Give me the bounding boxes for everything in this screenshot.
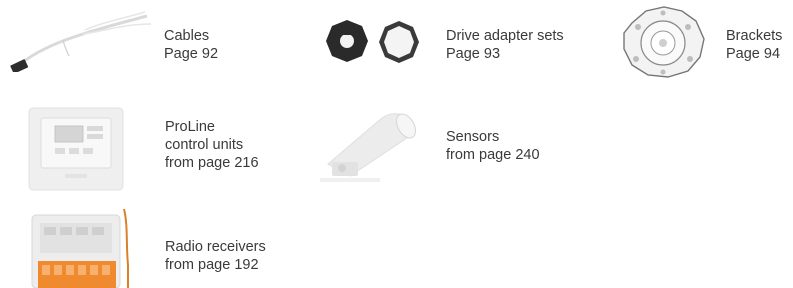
cables-title: Cables (164, 28, 210, 44)
brackets-label: Brackets Page 94 (726, 27, 782, 63)
drive-adapter-sets-title: Drive adapter sets (446, 28, 564, 44)
proline-title: ProLine (165, 119, 215, 135)
radio-receivers-title: Radio receivers (165, 239, 266, 255)
brackets-page: Page 94 (726, 46, 781, 62)
sensors-page: from page 240 (446, 147, 540, 163)
bracket-icon (623, 6, 705, 78)
sensor-icon (320, 113, 416, 182)
proline-control-units-label: ProLine control units from page 216 (165, 118, 259, 172)
sensors-label: Sensors from page 240 (446, 128, 540, 164)
radio-receivers-page: from page 192 (165, 257, 259, 273)
proline-page: from page 216 (165, 155, 259, 171)
cable-icon (10, 11, 152, 72)
sensors-title: Sensors (446, 129, 500, 145)
cables-label: Cables Page 92 (164, 27, 218, 63)
cables-page: Page 92 (164, 46, 219, 62)
drive-adapter-sets-label: Drive adapter sets Page 93 (446, 27, 564, 63)
radio-receiver-icon (31, 208, 129, 288)
radio-receivers-label: Radio receivers from page 192 (165, 238, 266, 274)
catalog-page: { "items": [ { "name": "cables", "lines"… (0, 0, 793, 288)
drive-adapter-sets-page: Page 93 (446, 46, 501, 62)
drive-adapter-icon (326, 20, 419, 63)
proline-subtitle: control units (165, 137, 244, 153)
control-unit-icon (28, 107, 124, 191)
brackets-title: Brackets (726, 28, 783, 44)
